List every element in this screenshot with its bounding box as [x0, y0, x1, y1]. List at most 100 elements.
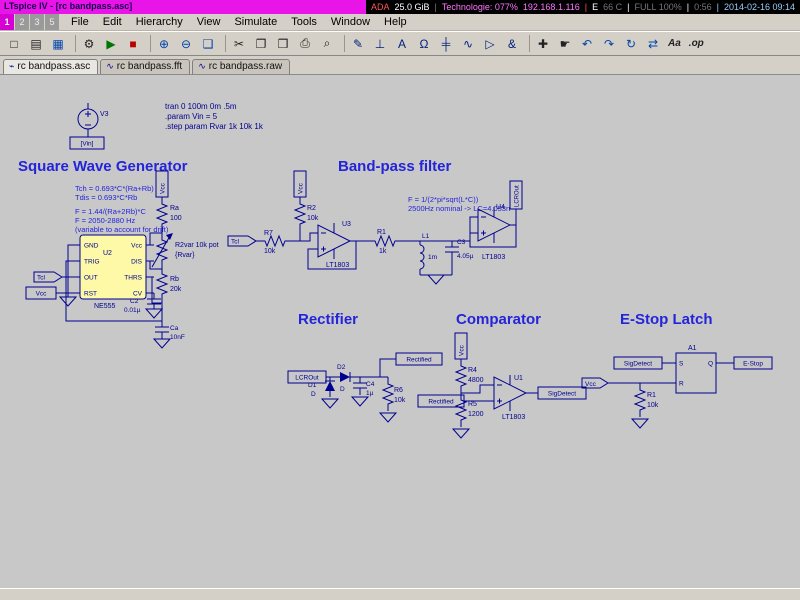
tab-rc-bandpass-fft[interactable]: ∿ rc bandpass.fft: [100, 59, 190, 74]
save-icon[interactable]: ▦: [47, 33, 69, 54]
sr-latch-a1[interactable]: A1 S R Q: [676, 345, 716, 393]
status-datetime: 2014-02-16 09:14: [724, 2, 795, 12]
open-icon[interactable]: ▤: [25, 33, 47, 54]
capacitor-c3[interactable]: C3 4.05µ: [445, 239, 474, 260]
svg-text:Vcc: Vcc: [298, 182, 305, 194]
wire-icon[interactable]: ✎: [347, 33, 369, 54]
move-icon[interactable]: ✚: [532, 33, 554, 54]
schematic-canvas[interactable]: V3 [Vin] tran 0 100m 0m .5m .param Vin =…: [0, 75, 800, 588]
net-flag-tcl[interactable]: Tcl: [228, 236, 256, 246]
comparator-section[interactable]: Comparator Vcc R4 4800 R5 1200: [418, 311, 586, 438]
run-icon[interactable]: ▶: [100, 33, 122, 54]
status-separator: |: [687, 2, 689, 12]
zoom-in-icon[interactable]: ⊕: [153, 33, 175, 54]
menu-help[interactable]: Help: [377, 14, 414, 30]
opamp-u3[interactable]: U3 LT1803: [312, 221, 351, 269]
cut-icon[interactable]: ✂: [228, 33, 250, 54]
rectifier-section[interactable]: Rectifier LCROut D2 D D1 D: [288, 311, 442, 422]
diode-icon[interactable]: ▷: [479, 33, 501, 54]
inductor-icon[interactable]: ∿: [457, 33, 479, 54]
u3-value: LT1803: [326, 262, 349, 269]
svg-text:SigDetect: SigDetect: [548, 391, 576, 398]
redo-icon[interactable]: ↷: [598, 33, 620, 54]
capacitor-c2[interactable]: C2 0.01µ: [124, 298, 161, 314]
workspace-tag-3[interactable]: 3: [30, 14, 44, 30]
menu-hierarchy[interactable]: Hierarchy: [129, 14, 190, 30]
resistor-rb[interactable]: Rb 20k: [157, 271, 182, 297]
halt-icon[interactable]: ■: [122, 33, 144, 54]
net-label-vcc-rail[interactable]: Vcc: [294, 171, 306, 197]
inductor-l1[interactable]: L1 1m: [420, 233, 437, 269]
net-label-rectified-out[interactable]: Rectified: [396, 353, 442, 365]
net-label-sigdetect-in[interactable]: SigDetect: [614, 357, 662, 369]
drag-icon[interactable]: ☛: [554, 33, 576, 54]
workspace-tag-1[interactable]: 1: [0, 14, 14, 30]
net-flag-tcl[interactable]: Tcl: [34, 272, 62, 282]
net-label-vcc-rst[interactable]: Vcc: [26, 287, 56, 299]
diode-d2[interactable]: D2 D: [337, 364, 350, 393]
net-label-vcc-rail[interactable]: Vcc: [455, 333, 467, 359]
control-panel-icon[interactable]: ⚙: [78, 33, 100, 54]
square-wave-generator-section[interactable]: Square Wave Generator Tch = 0.693*C*(Ra+…: [18, 158, 219, 348]
zoom-out-icon[interactable]: ⊖: [175, 33, 197, 54]
text-tool-icon[interactable]: Aa: [664, 33, 685, 54]
menu-file[interactable]: File: [64, 14, 96, 30]
resistor-r6[interactable]: R6 10k: [383, 381, 406, 407]
system-status: ADA 25.0 GiB | Technologie: 077% 192.168…: [366, 0, 800, 14]
menu-tools[interactable]: Tools: [284, 14, 324, 30]
tab-label: rc bandpass.fft: [117, 61, 182, 72]
resistor-r1-latch[interactable]: R1 10k: [635, 387, 659, 413]
ground-icon[interactable]: ⊥: [369, 33, 391, 54]
diode-d1[interactable]: D1 D: [308, 381, 335, 398]
resistor-ra[interactable]: Ra 100: [157, 201, 182, 227]
net-label-sigdetect-out[interactable]: SigDetect: [538, 387, 586, 399]
zoom-full-icon[interactable]: ❑: [197, 33, 219, 54]
net-label-lcrout-in[interactable]: LCROut: [288, 371, 326, 383]
potentiometer-r2var[interactable]: R2var 10k pot {Rvar}: [152, 233, 219, 267]
voltage-source-v3[interactable]: V3 [Vin]: [70, 103, 109, 149]
net-flag-vcc[interactable]: Vcc: [582, 378, 608, 388]
wires[interactable]: [608, 363, 734, 417]
r4-ref: R4: [468, 367, 477, 374]
new-schematic-icon[interactable]: □: [3, 33, 25, 54]
capacitor-icon[interactable]: ╪: [435, 33, 457, 54]
spice-directive-icon[interactable]: .op: [685, 33, 708, 54]
svg-text:Tcl: Tcl: [231, 239, 240, 246]
capacitor-c4[interactable]: C4 1µ: [353, 381, 375, 397]
spice-directives[interactable]: tran 0 100m 0m .5m .param Vin = 5 .step …: [165, 102, 264, 131]
workspace-tag-2[interactable]: 2: [15, 14, 29, 30]
resistor-r1[interactable]: R1 1k: [372, 229, 398, 255]
undo-icon[interactable]: ↶: [576, 33, 598, 54]
workspace-tag-5[interactable]: 5: [45, 14, 59, 30]
resistor-r2[interactable]: R2 10k: [295, 201, 319, 227]
paste-icon[interactable]: ❒: [272, 33, 294, 54]
pin-out: OUT: [84, 275, 98, 282]
copy-icon[interactable]: ❐: [250, 33, 272, 54]
component-icon[interactable]: &: [501, 33, 523, 54]
find-icon[interactable]: ⌕: [316, 33, 338, 54]
tab-rc-bandpass-raw[interactable]: ∿ rc bandpass.raw: [192, 59, 290, 74]
svg-text:Vcc: Vcc: [585, 381, 597, 388]
tab-rc-bandpass-asc[interactable]: ⌁ rc bandpass.asc: [3, 59, 98, 74]
menu-simulate[interactable]: Simulate: [227, 14, 284, 30]
opamp-u1[interactable]: U1 LT1803: [488, 375, 526, 421]
band-pass-filter-section[interactable]: Band-pass filter F = 1/(2*pi*sqrt(L*C)) …: [228, 158, 522, 284]
resistor-icon[interactable]: Ω: [413, 33, 435, 54]
menu-window[interactable]: Window: [324, 14, 377, 30]
print-icon[interactable]: ⎙: [294, 33, 316, 54]
e-stop-latch-section[interactable]: E-Stop Latch A1 S R Q SigDetect E-Stop: [582, 311, 772, 428]
section-title: Comparator: [456, 311, 541, 328]
ground-symbol: [453, 429, 469, 438]
net-label-e-stop-out[interactable]: E-Stop: [734, 357, 772, 369]
component-u2-ne555[interactable]: GND TRIG OUT RST Vcc DIS THRS CV U2 NE55…: [72, 235, 154, 310]
label-icon[interactable]: A: [391, 33, 413, 54]
net-label-lcrout[interactable]: LCROut: [510, 181, 522, 209]
c3-ref: C3: [457, 239, 466, 246]
comment-equations: Tch = 0.693*C*(Ra+Rb) Tdis = 0.693*C*Rb …: [75, 184, 169, 234]
resistor-r7[interactable]: R7 10k: [262, 230, 288, 255]
menu-view[interactable]: View: [190, 14, 228, 30]
rotate-icon[interactable]: ↻: [620, 33, 642, 54]
r5-ref: R5: [468, 401, 477, 408]
mirror-icon[interactable]: ⇄: [642, 33, 664, 54]
menu-edit[interactable]: Edit: [96, 14, 129, 30]
